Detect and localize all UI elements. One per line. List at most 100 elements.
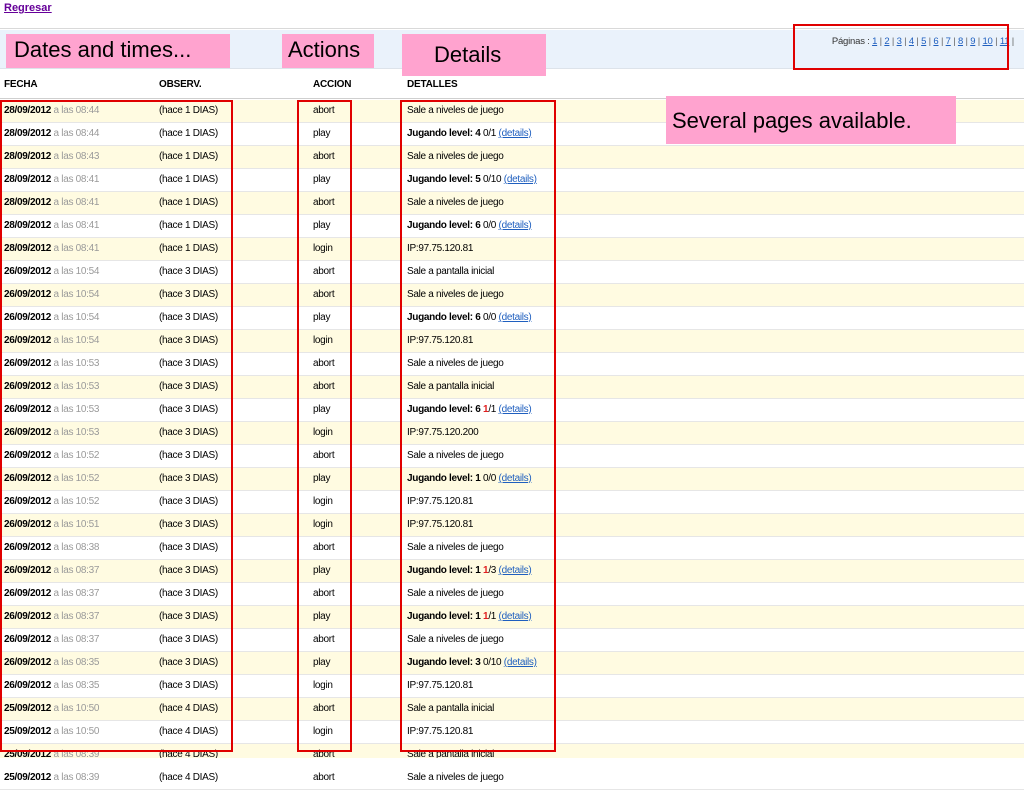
table-row: 26/09/2012 a las 10:53 (hace 3 DIAS) play J…: [0, 399, 1024, 422]
time-value: 08:38: [75, 542, 100, 553]
table-row: 26/09/2012 a las 08:35 (hace 3 DIAS) play J…: [0, 652, 1024, 675]
time-value: 10:52: [75, 496, 100, 507]
page-separator: |: [889, 36, 895, 47]
column-header-details: DETALLES: [407, 79, 458, 90]
observ-cell: (hace 3 DIAS): [159, 404, 218, 415]
date-cell: 26/09/2012 a las 10:54: [4, 289, 99, 300]
date-value: 26/09/2012: [4, 335, 52, 346]
details-link[interactable]: (details): [504, 657, 537, 668]
action-cell: login: [313, 335, 333, 346]
action-cell: abort: [313, 289, 335, 300]
date-value: 26/09/2012: [4, 496, 52, 507]
date-cell: 28/09/2012 a las 08:43: [4, 151, 99, 162]
date-value: 28/09/2012: [4, 151, 52, 162]
at-label: a las: [53, 289, 74, 300]
page-separator: |: [877, 36, 882, 47]
details-cell: IP:97.75.120.81: [407, 680, 474, 691]
action-cell: play: [313, 312, 331, 323]
date-cell: 26/09/2012 a las 10:52: [4, 473, 99, 484]
date-value: 26/09/2012: [4, 565, 52, 576]
date-value: 26/09/2012: [4, 312, 52, 323]
at-label: a las: [53, 335, 74, 346]
page-link-11[interactable]: 11: [1000, 36, 1010, 47]
back-link[interactable]: Regresar: [4, 2, 52, 14]
time-value: 10:53: [75, 427, 100, 438]
details-cell: IP:97.75.120.81: [407, 335, 474, 346]
table-row: 28/09/2012 a las 08:41 (hace 1 DIAS) login…: [0, 238, 1024, 261]
date-cell: 26/09/2012 a las 10:53: [4, 404, 99, 415]
details-link[interactable]: (details): [499, 128, 532, 139]
observ-cell: (hace 4 DIAS): [159, 703, 218, 714]
at-label: a las: [53, 128, 74, 139]
table-row: 25/09/2012 a las 10:50 (hace 4 DIAS) abort…: [0, 698, 1024, 721]
at-label: a las: [53, 496, 74, 507]
date-cell: 26/09/2012 a las 10:53: [4, 427, 99, 438]
observ-cell: (hace 1 DIAS): [159, 105, 218, 116]
level-label: Jugando level: 6: [407, 220, 481, 231]
action-cell: login: [313, 243, 333, 254]
details-cell: IP:97.75.120.200: [407, 427, 479, 438]
details-cell: Jugando level: 6 0/0 (details): [407, 312, 532, 323]
table-row: 26/09/2012 a las 10:54 (hace 3 DIAS) login…: [0, 330, 1024, 353]
observ-cell: (hace 3 DIAS): [159, 266, 218, 277]
date-cell: 26/09/2012 a las 10:53: [4, 381, 99, 392]
table-row: 26/09/2012 a las 08:37 (hace 3 DIAS) abort…: [0, 629, 1024, 652]
action-cell: abort: [313, 772, 335, 783]
action-cell: login: [313, 726, 333, 737]
at-label: a las: [53, 197, 74, 208]
date-value: 28/09/2012: [4, 197, 52, 208]
date-value: 28/09/2012: [4, 220, 52, 231]
details-link[interactable]: (details): [499, 404, 532, 415]
score-ratio: 0/1: [483, 128, 497, 139]
time-value: 10:52: [75, 473, 100, 484]
date-value: 26/09/2012: [4, 289, 52, 300]
details-cell: Sale a niveles de juego: [407, 772, 504, 783]
page-link-10[interactable]: 10: [982, 36, 992, 47]
at-label: a las: [53, 427, 74, 438]
observ-cell: (hace 1 DIAS): [159, 243, 218, 254]
details-link[interactable]: (details): [499, 473, 532, 484]
time-value: 10:54: [75, 312, 100, 323]
date-value: 26/09/2012: [4, 634, 52, 645]
details-link[interactable]: (details): [499, 565, 532, 576]
table-row: 26/09/2012 a las 10:54 (hace 3 DIAS) play J…: [0, 307, 1024, 330]
date-value: 26/09/2012: [4, 358, 52, 369]
at-label: a las: [53, 565, 74, 576]
action-cell: abort: [313, 105, 335, 116]
action-cell: login: [313, 519, 333, 530]
action-cell: login: [313, 680, 333, 691]
date-cell: 28/09/2012 a las 08:41: [4, 197, 99, 208]
time-value: 10:51: [75, 519, 100, 530]
time-value: 10:53: [75, 381, 100, 392]
pagination: Páginas : 1 | 2 | 3 | 4 | 5 | 6 | 7 | 8 …: [832, 36, 1014, 47]
date-value: 25/09/2012: [4, 703, 52, 714]
time-value: 10:54: [75, 289, 100, 300]
details-link[interactable]: (details): [499, 312, 532, 323]
at-label: a las: [53, 151, 74, 162]
details-link[interactable]: (details): [504, 174, 537, 185]
date-cell: 26/09/2012 a las 10:54: [4, 335, 99, 346]
date-value: 26/09/2012: [4, 450, 52, 461]
level-label: Jugando level: 6: [407, 404, 481, 415]
observ-cell: (hace 3 DIAS): [159, 565, 218, 576]
at-label: a las: [53, 680, 74, 691]
details-link[interactable]: (details): [499, 220, 532, 231]
details-cell: Jugando level: 4 0/1 (details): [407, 128, 532, 139]
callout-dates: Dates and times...: [6, 34, 230, 68]
time-value: 08:37: [75, 634, 100, 645]
time-value: 08:37: [75, 565, 100, 576]
observ-cell: (hace 1 DIAS): [159, 128, 218, 139]
date-cell: 26/09/2012 a las 08:37: [4, 611, 99, 622]
table-row: 28/09/2012 a las 08:41 (hace 1 DIAS) play J…: [0, 215, 1024, 238]
table-row: 26/09/2012 a las 10:54 (hace 3 DIAS) abort…: [0, 261, 1024, 284]
table-row: 28/09/2012 a las 08:41 (hace 1 DIAS) abort…: [0, 192, 1024, 215]
table-row: 28/09/2012 a las 08:41 (hace 1 DIAS) play J…: [0, 169, 1024, 192]
date-value: 26/09/2012: [4, 427, 52, 438]
column-header-observ: OBSERV.: [159, 79, 202, 90]
time-value: 10:53: [75, 358, 100, 369]
action-cell: play: [313, 611, 331, 622]
details-cell: Sale a pantalla inicial: [407, 381, 495, 392]
details-link[interactable]: (details): [499, 611, 532, 622]
at-label: a las: [53, 220, 74, 231]
date-value: 26/09/2012: [4, 404, 52, 415]
